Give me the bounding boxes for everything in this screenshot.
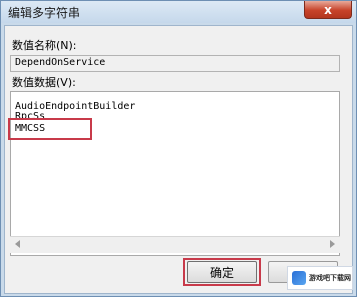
site-watermark: 游戏吧下载网 — [287, 266, 353, 290]
title-bar[interactable]: 编辑多字符串 x — [1, 1, 356, 23]
horizontal-scrollbar[interactable] — [10, 236, 340, 253]
value-data-textarea[interactable]: AudioEndpointBuilder RpcSs MMCSS — [8, 91, 340, 256]
watermark-text: 游戏吧下载网 — [309, 274, 351, 282]
close-button[interactable]: x — [304, 1, 352, 19]
edit-multi-string-dialog: 编辑多字符串 x 数值名称(N): DependOnService 数值数据(V… — [0, 0, 357, 297]
highlight-box — [8, 118, 92, 140]
value-name-label: 数值名称(N): — [12, 39, 77, 52]
ok-button[interactable]: 确定 — [187, 261, 257, 283]
value-name-field[interactable]: DependOnService — [10, 55, 340, 72]
window-title: 编辑多字符串 — [8, 6, 81, 20]
site-logo-icon — [292, 271, 306, 285]
value-data-label: 数值数据(V): — [12, 76, 76, 89]
dialog-body: 数值名称(N): DependOnService 数值数据(V): AudioE… — [4, 25, 353, 294]
close-icon: x — [324, 2, 332, 17]
scroll-left-icon[interactable] — [15, 240, 20, 248]
scroll-right-icon[interactable] — [330, 240, 335, 248]
